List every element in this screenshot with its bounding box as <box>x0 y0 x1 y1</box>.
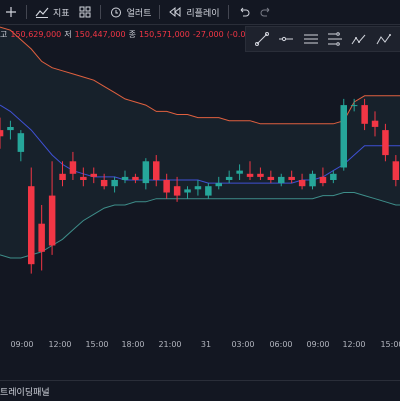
high-value: 150,629,000 <box>10 29 62 39</box>
bullish-candle <box>121 176 129 180</box>
bearish-candle <box>288 176 295 180</box>
redo-icon <box>259 5 273 19</box>
toolbar-divider <box>159 5 161 19</box>
ohlc-legend: 고 150,629,000 저 150,447,000 종 150,571,000 -… <box>0 27 258 41</box>
trading-panel-bar[interactable]: 트레이딩패널 <box>0 380 400 401</box>
bearish-candle <box>0 130 4 137</box>
bullish-candle <box>111 180 118 187</box>
bearish-candle <box>361 105 368 124</box>
time-tick-label: 21:00 <box>158 340 182 349</box>
bearish-candle <box>163 180 170 193</box>
bearish-candle <box>298 180 306 187</box>
close-value: 150,571,000 <box>138 29 190 39</box>
cross-chart-icon <box>4 5 18 19</box>
alerts-label: 얼러트 <box>126 8 152 19</box>
alerts-button[interactable]: 얼러트 <box>105 0 156 24</box>
time-tick-label: 06:00 <box>269 340 293 349</box>
time-tick-label: 09:00 <box>306 340 330 349</box>
layout-button[interactable] <box>74 0 96 24</box>
toolbar-divider <box>99 5 101 19</box>
high-label: 고 <box>0 29 8 39</box>
abcd-pattern-icon[interactable] <box>375 30 393 48</box>
bollinger-band-fill <box>0 27 400 258</box>
undo-button[interactable] <box>233 0 255 24</box>
indicators-label: 지표 <box>53 8 70 19</box>
bearish-candle <box>382 130 389 156</box>
bullish-candle <box>309 173 316 187</box>
bullish-candle <box>17 133 25 152</box>
bullish-candle <box>194 186 202 190</box>
replay-label: 리플레이 <box>186 8 220 19</box>
time-tick-label: 03:00 <box>231 340 255 349</box>
drawing-toolbar <box>245 26 400 52</box>
trading-panel-label: 트레이딩패널 <box>0 387 50 398</box>
time-tick-label: 15:00 <box>85 340 109 349</box>
low-value: 150,447,000 <box>74 29 126 39</box>
bearish-candle <box>257 173 264 177</box>
close-label: 종 <box>128 29 136 39</box>
time-tick-label: 12:00 <box>342 340 366 349</box>
bearish-candle <box>392 161 400 180</box>
change-value: -27,000 <box>192 29 224 39</box>
bearish-candle <box>38 223 45 252</box>
top-toolbar: 지표 얼러트 리플레이 <box>0 0 400 25</box>
bearish-candle <box>28 186 35 265</box>
bearish-candle <box>90 173 97 177</box>
bearish-candle <box>319 176 327 184</box>
time-tick-label: 12:00 <box>48 340 72 349</box>
horizontal-ray-icon[interactable] <box>277 30 295 48</box>
indicators-button[interactable]: 지표 <box>31 0 74 24</box>
redo-button[interactable] <box>255 0 277 24</box>
bearish-candle <box>153 161 160 180</box>
undo-icon <box>237 5 251 19</box>
indicators-icon <box>35 5 49 19</box>
bullish-candle <box>350 105 358 107</box>
wave-123-icon[interactable] <box>350 30 368 48</box>
bearish-candle <box>48 195 56 246</box>
time-tick-label: 31 <box>200 340 212 349</box>
time-axis: 09:00 12:00 15:00 18:00 21:00 31 03:00 06:00 09:… <box>0 336 400 352</box>
bullish-candle <box>142 161 150 184</box>
bullish-candle <box>340 105 347 168</box>
bearish-candle <box>173 186 181 196</box>
replay-button[interactable]: 리플레이 <box>164 0 223 24</box>
time-tick-label: 15:00 <box>380 340 400 349</box>
bearish-candle <box>267 176 275 180</box>
bullish-candle <box>278 176 285 184</box>
bullish-candle <box>225 176 233 180</box>
bullish-candle <box>330 173 337 180</box>
bearish-candle <box>59 173 66 180</box>
bearish-candle <box>371 120 379 127</box>
alarm-clock-icon <box>109 5 123 19</box>
bearish-candle <box>132 176 139 180</box>
layout-grid-icon <box>78 5 92 19</box>
bearish-candle <box>246 173 254 177</box>
parallel-channel-icon[interactable] <box>302 30 320 48</box>
bearish-candle <box>80 176 87 180</box>
bullish-candle <box>7 127 14 131</box>
bullish-candle <box>215 183 222 187</box>
time-tick-label: 18:00 <box>121 340 145 349</box>
bullish-candle <box>236 170 243 174</box>
replay-icon <box>168 5 182 19</box>
low-label: 저 <box>64 29 72 39</box>
bearish-candle <box>100 180 108 187</box>
time-tick-label: 09:00 <box>10 340 34 349</box>
bullish-candle <box>184 189 191 193</box>
cross-chart-button[interactable] <box>0 0 22 24</box>
toolbar-divider <box>26 5 27 19</box>
bearish-candle <box>69 161 77 174</box>
trend-line-icon[interactable] <box>253 30 271 48</box>
bullish-candle <box>205 186 212 196</box>
toolbar-divider <box>227 5 229 19</box>
pitchfork-icon[interactable] <box>326 30 344 48</box>
